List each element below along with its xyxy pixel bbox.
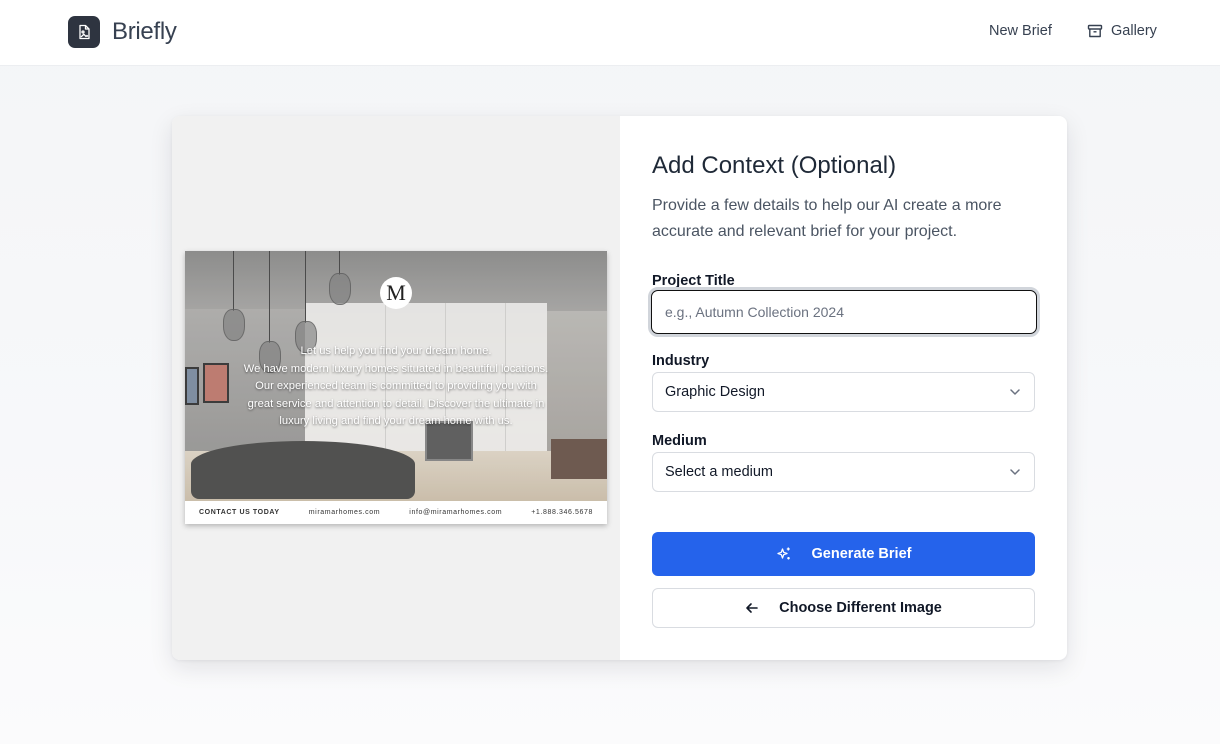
medium-select[interactable]: Select a medium	[652, 452, 1035, 492]
image-file-icon	[79, 24, 90, 40]
medium-label: Medium	[652, 433, 707, 449]
app-name: Briefly	[112, 18, 177, 45]
uploaded-image-preview: M Let us help you find your dream home. …	[185, 251, 607, 524]
nav-gallery[interactable]: Gallery	[1087, 23, 1157, 39]
choose-different-image-label: Choose Different Image	[779, 600, 942, 616]
flyer-email: info@miramarhomes.com	[409, 509, 503, 516]
flyer-phone: +1.888.346.5678	[531, 509, 593, 516]
form-description: Provide a few details to help our AI cre…	[652, 197, 1002, 240]
archive-icon	[1087, 24, 1103, 38]
industry-selected-value: Graphic Design	[665, 384, 765, 400]
choose-different-image-button[interactable]: Choose Different Image	[652, 588, 1035, 628]
form-title: Add Context (Optional)	[652, 152, 897, 179]
brand-monogram: M	[380, 277, 412, 309]
nav-new-brief[interactable]: New Brief	[989, 23, 1052, 39]
generate-brief-label: Generate Brief	[811, 546, 912, 562]
project-title-input[interactable]	[648, 287, 1040, 337]
chevron-down-icon	[1010, 469, 1020, 475]
industry-label: Industry	[652, 353, 710, 369]
image-preview-pane: M Let us help you find your dream home. …	[172, 116, 620, 660]
flyer-copy-line: luxury living and find your dream home w…	[279, 415, 513, 428]
flyer-copy: Let us help you find your dream home. We…	[205, 343, 587, 431]
medium-selected-value: Select a medium	[665, 464, 773, 480]
context-card: M Let us help you find your dream home. …	[172, 116, 1067, 660]
project-title-label: Project Title	[652, 273, 735, 289]
flyer-contact: CONTACT US TODAY	[199, 509, 280, 516]
flyer-copy-line: Our experienced team is committed to pro…	[255, 380, 537, 393]
industry-select[interactable]: Graphic Design	[652, 372, 1035, 412]
generate-brief-button[interactable]: Generate Brief	[652, 532, 1035, 576]
sparkles-icon	[776, 547, 790, 560]
nav-new-brief-label: New Brief	[989, 23, 1052, 39]
flyer-website: miramarhomes.com	[308, 509, 381, 516]
flyer-copy-line: Let us help you find your dream home.	[300, 345, 492, 357]
flyer-copy-line: great service and attention to detail. D…	[247, 397, 545, 410]
top-header: Briefly New Brief Gallery	[0, 0, 1220, 66]
flyer-footer: CONTACT US TODAY miramarhomes.com info@m…	[185, 501, 607, 524]
nav-gallery-label: Gallery	[1111, 23, 1157, 39]
app-logo[interactable]	[68, 16, 100, 48]
context-form: Add Context (Optional) Provide a few det…	[620, 116, 1067, 660]
kitchen-photo: M Let us help you find your dream home. …	[185, 251, 607, 501]
chevron-down-icon	[1010, 389, 1020, 395]
arrow-left-icon	[746, 603, 758, 613]
flyer-copy-line: We have modern luxury homes situated in …	[243, 362, 549, 375]
